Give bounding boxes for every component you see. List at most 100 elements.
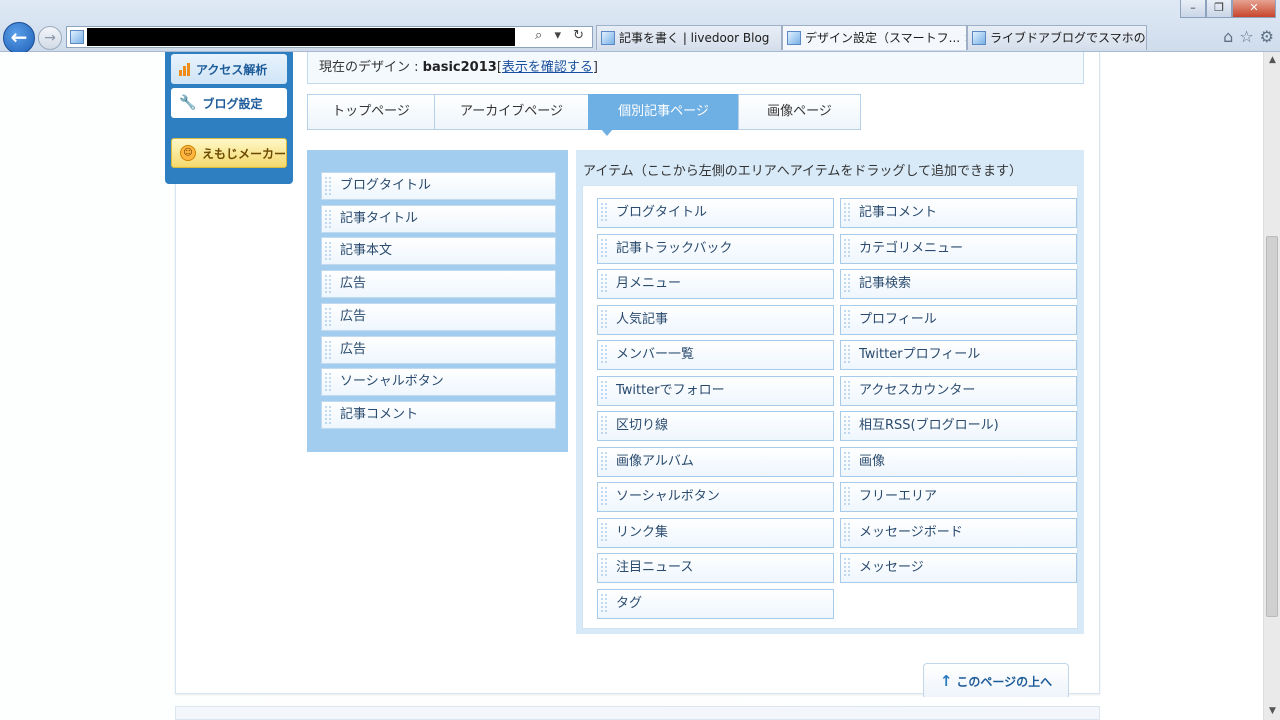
drag-handle-icon[interactable] — [600, 273, 608, 293]
drag-handle-icon[interactable] — [324, 339, 332, 360]
available-item[interactable]: 月メニュー — [597, 269, 834, 299]
favorites-star-icon[interactable]: ☆ — [1239, 27, 1253, 46]
available-items-list: ブログタイトル 記事コメント記事トラックバック カテゴリメニュー 月メニュー 記事検索人… — [582, 185, 1078, 629]
vertical-scrollbar[interactable]: ▲ ▼ — [1263, 52, 1280, 720]
available-item[interactable]: タグ — [597, 588, 834, 619]
drag-handle-icon[interactable] — [843, 308, 851, 329]
available-item[interactable]: 記事コメント — [840, 198, 1077, 228]
sidebar-item-blog-settings[interactable]: 🔧 ブログ設定 — [171, 88, 287, 118]
drag-handle-icon[interactable] — [324, 274, 332, 295]
available-item[interactable]: ソーシャルボタン — [597, 482, 834, 512]
browser-tab[interactable]: 記事を書く | livedoor Blog — [596, 25, 782, 50]
drag-handle-icon[interactable] — [324, 404, 332, 425]
drag-handle-icon[interactable] — [843, 486, 851, 506]
drag-handle-icon[interactable] — [324, 208, 332, 229]
drag-handle-icon[interactable] — [843, 273, 851, 293]
drag-handle-icon[interactable] — [843, 344, 851, 364]
drag-handle-icon[interactable] — [600, 308, 608, 329]
available-item[interactable]: 記事トラックバック — [597, 233, 834, 264]
available-item-label: プロフィール — [859, 311, 937, 327]
available-item[interactable]: プロフィール — [840, 304, 1077, 335]
available-item[interactable]: 画像 — [840, 446, 1077, 477]
scroll-down-icon[interactable]: ▼ — [1264, 703, 1280, 720]
current-design-info: 現在のデザイン : basic2013[表示を確認する] — [307, 52, 1084, 84]
drag-handle-icon[interactable] — [843, 379, 851, 400]
forward-button[interactable]: → — [38, 26, 62, 50]
drag-handle-icon[interactable] — [843, 450, 851, 471]
minimize-button[interactable]: – — [1180, 0, 1206, 18]
placed-items-area[interactable]: ブログタイトル 記事タイトル 記事本文 広告 広告 広告 ソーシャルボタン 記事コメント — [307, 150, 568, 452]
placed-item[interactable]: 広告 — [321, 335, 556, 364]
current-design-name: basic2013 — [422, 60, 497, 75]
available-item[interactable]: カテゴリメニュー — [840, 233, 1077, 264]
available-item[interactable]: フリーエリア — [840, 482, 1077, 512]
placed-item[interactable]: ソーシャルボタン — [321, 368, 556, 397]
maximize-button[interactable]: ❐ — [1206, 0, 1232, 18]
tab-archive-page[interactable]: アーカイブページ — [434, 94, 589, 130]
drag-handle-icon[interactable] — [324, 241, 332, 262]
available-item[interactable]: 注目ニュース — [597, 553, 834, 583]
drag-handle-icon[interactable] — [600, 521, 608, 542]
available-item[interactable]: メッセージ — [840, 553, 1077, 583]
browser-tab[interactable]: ライブドアブログでスマホの... — [967, 25, 1147, 50]
drag-handle-icon[interactable] — [324, 372, 332, 393]
browser-tab[interactable]: デザイン設定（スマートフ...✕ — [782, 25, 967, 50]
sidebar-item-label: アクセス解析 — [196, 62, 268, 77]
available-item[interactable]: Twitterでフォロー — [597, 375, 834, 406]
available-item[interactable]: アクセスカウンター — [840, 375, 1077, 406]
drag-handle-icon[interactable] — [843, 557, 851, 577]
bar-chart-icon — [179, 62, 190, 76]
drag-handle-icon[interactable] — [843, 415, 851, 435]
placed-item[interactable]: 記事タイトル — [321, 204, 556, 233]
settings-gear-icon[interactable]: ⚙ — [1260, 27, 1274, 46]
drag-handle-icon[interactable] — [600, 557, 608, 577]
drag-handle-icon[interactable] — [324, 306, 332, 327]
available-item[interactable]: 人気記事 — [597, 304, 834, 335]
available-item[interactable]: 画像アルバム — [597, 446, 834, 477]
placed-item[interactable]: 記事コメント — [321, 400, 556, 429]
placed-item[interactable]: ブログタイトル — [321, 172, 556, 200]
tab-image-page[interactable]: 画像ページ — [738, 94, 861, 130]
placed-item[interactable]: 広告 — [321, 302, 556, 331]
drag-handle-icon[interactable] — [843, 202, 851, 222]
available-item[interactable]: 相互RSS(ブログロール) — [840, 411, 1077, 441]
available-item-label: 注目ニュース — [616, 560, 694, 575]
drag-handle-icon[interactable] — [600, 237, 608, 258]
drag-handle-icon[interactable] — [600, 379, 608, 400]
tab-article-page[interactable]: 個別記事ページ — [588, 94, 739, 136]
drag-handle-icon[interactable] — [600, 344, 608, 364]
drag-handle-icon[interactable] — [324, 176, 332, 196]
tab-strip: 記事を書く | livedoor Blog デザイン設定（スマートフ...✕ ライブ… — [596, 25, 1147, 51]
available-item[interactable]: 記事検索 — [840, 269, 1077, 299]
available-item-label: 記事トラックバック — [616, 240, 733, 256]
drag-handle-icon[interactable] — [600, 486, 608, 506]
close-window-button[interactable]: ✕ — [1232, 0, 1276, 18]
tab-top-page[interactable]: トップページ — [307, 94, 435, 130]
placed-item[interactable]: 広告 — [321, 270, 556, 299]
placed-item[interactable]: 記事本文 — [321, 237, 556, 266]
available-item[interactable]: メンバー一覧 — [597, 340, 834, 370]
view-design-link[interactable]: 表示を確認する — [502, 60, 593, 75]
available-item[interactable]: メッセージボード — [840, 517, 1077, 548]
items-panel-title: アイテム（ここから左側のエリアへアイテムをドラッグして追加できます） — [583, 164, 1023, 179]
drag-handle-icon[interactable] — [843, 237, 851, 258]
drag-handle-icon[interactable] — [600, 450, 608, 471]
sidebar-item-access-analysis[interactable]: アクセス解析 — [171, 54, 287, 84]
available-item[interactable]: 区切り線 — [597, 411, 834, 441]
available-item[interactable]: Twitterプロフィール — [840, 340, 1077, 370]
home-icon[interactable]: ⌂ — [1223, 27, 1233, 46]
drag-handle-icon[interactable] — [843, 521, 851, 542]
back-to-top-button[interactable]: ↑ このページの上へ — [923, 663, 1069, 697]
scroll-up-icon[interactable]: ▲ — [1264, 52, 1280, 69]
available-item[interactable]: ブログタイトル — [597, 198, 834, 228]
sidebar-item-emoji-maker[interactable]: ☺ えもじメーカー — [171, 138, 287, 168]
drag-handle-icon[interactable] — [600, 592, 608, 613]
scroll-thumb[interactable] — [1266, 236, 1278, 617]
address-tools[interactable]: ⌕ ▾ ↻ — [535, 28, 588, 43]
drag-handle-icon[interactable] — [600, 202, 608, 222]
browser-tab-title: ライブドアブログでスマホの... — [990, 31, 1147, 45]
available-item[interactable]: リンク集 — [597, 517, 834, 548]
drag-handle-icon[interactable] — [600, 415, 608, 435]
address-bar[interactable]: ⌕ ▾ ↻ — [66, 26, 593, 48]
back-button[interactable]: ← — [3, 22, 35, 54]
